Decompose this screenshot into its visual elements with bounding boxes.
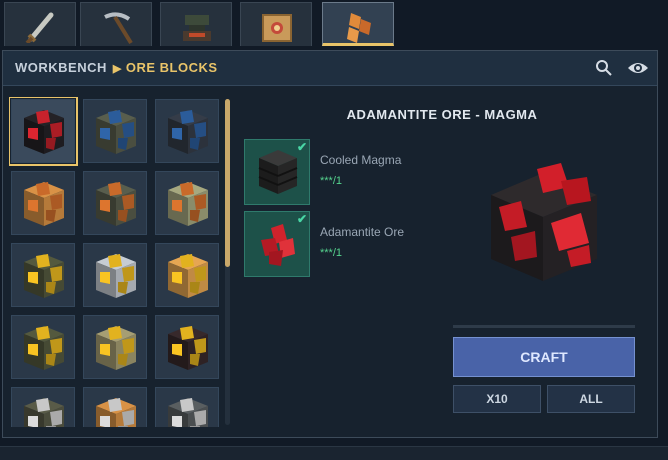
recipe-title: ADAMANTITE ORE - MAGMA — [346, 107, 538, 122]
recipe-scrollbar[interactable] — [225, 99, 230, 425]
search-icon[interactable] — [595, 59, 613, 77]
recipe-grid — [9, 97, 219, 427]
ore-block-icon — [168, 182, 208, 226]
recipe-slot[interactable] — [155, 387, 219, 427]
recipe-slot[interactable] — [83, 171, 147, 235]
adamantite-ore-magma-preview-icon — [491, 163, 597, 281]
ore-block-icon — [24, 326, 64, 370]
ingredient-slot-adamantite-ore[interactable]: ✔ — [244, 211, 310, 277]
recipe-slot[interactable] — [9, 97, 78, 166]
recipe-slot[interactable] — [11, 171, 75, 235]
recipe-slot[interactable] — [83, 315, 147, 379]
ore-block-icon — [168, 110, 208, 154]
recipe-slot[interactable] — [11, 315, 75, 379]
divider — [453, 325, 635, 328]
ore-block-icon — [96, 110, 136, 154]
anvil-icon — [183, 15, 211, 41]
ore-block-icon — [96, 326, 136, 370]
bottom-bar — [0, 446, 668, 460]
ingredient-slot-cooled-magma[interactable]: ✔ — [244, 139, 310, 205]
craft-x10-button[interactable]: X10 — [453, 385, 541, 413]
breadcrumb-root[interactable]: WORKBENCH — [15, 60, 107, 75]
ore-block-icon — [24, 254, 64, 298]
ore-block-icon — [168, 398, 208, 427]
sword-icon — [25, 12, 54, 43]
recipe-slot[interactable] — [11, 243, 75, 307]
check-icon: ✔ — [296, 212, 307, 226]
scrollbar-thumb[interactable] — [225, 99, 230, 267]
ore-block-icon — [96, 182, 136, 226]
tab-ore-blocks[interactable] — [322, 2, 394, 46]
ore-block-icon — [24, 182, 64, 226]
breadcrumb: WORKBENCH ▶ ORE BLOCKS — [15, 60, 218, 75]
recipe-slot[interactable] — [155, 243, 219, 307]
check-icon: ✔ — [296, 140, 307, 154]
ore-block-icon — [24, 110, 64, 154]
ore-block-icon — [24, 398, 64, 427]
cooled-magma-icon — [258, 150, 298, 194]
ore-crystal-icon — [347, 13, 371, 43]
craft-all-button[interactable]: ALL — [547, 385, 635, 413]
category-tabs — [0, 0, 668, 48]
tab-storage[interactable] — [240, 2, 312, 46]
ingredient-name: Cooled Magma — [320, 153, 402, 167]
tab-stations[interactable] — [160, 2, 232, 46]
crate-icon — [262, 14, 292, 42]
recipe-slot[interactable] — [155, 315, 219, 379]
adamantite-ore-icon — [261, 224, 295, 266]
recipe-slot[interactable] — [155, 99, 219, 163]
caret-right-icon: ▶ — [112, 63, 122, 75]
pickaxe-icon — [104, 12, 133, 45]
ore-block-icon — [168, 254, 208, 298]
crafting-panel: WORKBENCH ▶ ORE BLOCKS ADAMANTITE ORE - MA… — [2, 50, 658, 438]
recipe-slot[interactable] — [11, 387, 75, 427]
craft-button[interactable]: CRAFT — [453, 337, 635, 377]
ingredient-quantity: ***/1 — [320, 247, 343, 259]
recipe-slot[interactable] — [83, 99, 147, 163]
recipe-slot[interactable] — [83, 387, 147, 427]
ore-block-icon — [96, 254, 136, 298]
breadcrumb-current: ORE BLOCKS — [125, 60, 218, 75]
recipe-slot[interactable] — [155, 171, 219, 235]
ore-block-icon — [96, 398, 136, 427]
tab-weapons[interactable] — [4, 2, 76, 46]
tab-tools[interactable] — [80, 2, 152, 46]
recipe-slot[interactable] — [83, 243, 147, 307]
eye-icon[interactable] — [627, 59, 649, 77]
panel-header: WORKBENCH ▶ ORE BLOCKS — [3, 51, 657, 86]
ore-block-icon — [168, 326, 208, 370]
ingredient-name: Adamantite Ore — [320, 225, 405, 239]
ingredient-quantity: ***/1 — [320, 175, 343, 187]
